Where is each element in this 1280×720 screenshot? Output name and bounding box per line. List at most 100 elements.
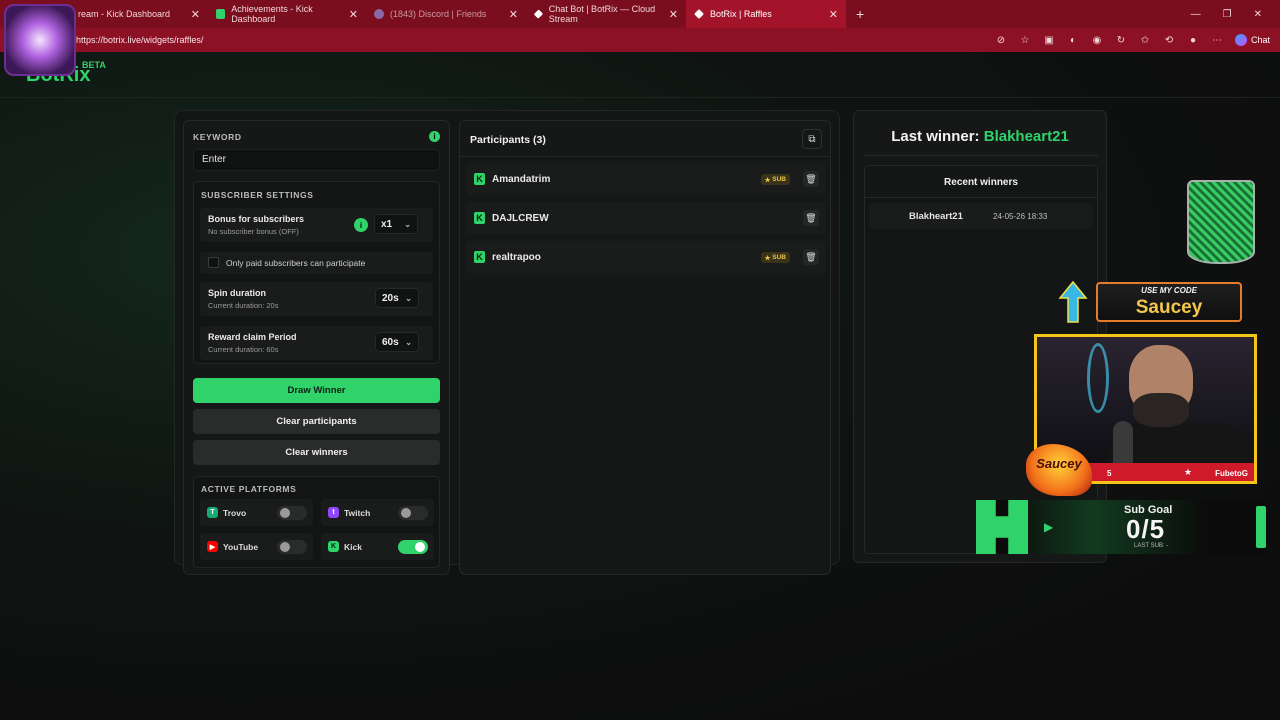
extension-icon[interactable]: ◐ [1067, 34, 1079, 46]
only-paid-row[interactable]: Only paid subscribers can participate [200, 252, 433, 274]
draw-winner-button[interactable]: Draw Winner [193, 378, 440, 403]
code-caption: USE MY CODE [1141, 286, 1197, 295]
kick-icon: K [474, 173, 485, 185]
spin-duration-select[interactable]: 20s ⌄ [375, 288, 419, 308]
trovo-icon: T [207, 507, 218, 518]
chevron-down-icon: ⌄ [405, 293, 412, 303]
kick-icon: K [474, 212, 485, 224]
chat-label: Chat [1250, 35, 1270, 45]
platform-label: YouTube [223, 542, 259, 552]
copilot-icon [1234, 34, 1247, 46]
keyword-input[interactable]: Enter [193, 149, 440, 171]
profile-icon[interactable]: ● [1187, 34, 1199, 46]
twitch-toggle[interactable] [398, 506, 428, 520]
bucket-overlay-graphic [1187, 180, 1255, 264]
trash-icon[interactable]: 🗑 [803, 249, 819, 265]
trash-icon[interactable]: 🗑 [803, 171, 819, 187]
arrow-right-icon: ▶ [1044, 520, 1054, 534]
subscriber-settings: SUBSCRIBER SETTINGS Bonus for subscriber… [193, 181, 440, 364]
participant-name: realtrapoo [492, 252, 541, 263]
platform-label: Trovo [223, 508, 247, 518]
refresh-icon[interactable]: ↻ [1115, 34, 1127, 46]
browser-toolbar: ⊘ ☆ ▣ ◐ ◉ ↻ ✩ ⟲ ● ⋯ Chat [995, 34, 1280, 46]
address-bar: https://botrix.live/widgets/raffles/ ⊘ ☆… [0, 28, 1280, 52]
new-tab-button[interactable]: + [846, 6, 874, 22]
rgb-light [1087, 343, 1109, 413]
bonus-setting: Bonus for subscribers No subscriber bonu… [200, 208, 433, 242]
webcam-bar-text: FubetoG [1215, 469, 1248, 478]
last-winner-label: Last winner: [891, 128, 980, 145]
spin-title: Spin duration [208, 288, 266, 298]
chevron-down-icon: ⌄ [404, 219, 411, 229]
clear-winners-button[interactable]: Clear winners [193, 440, 440, 465]
saucey-flame-text: Saucey [1036, 456, 1082, 471]
close-icon[interactable]: ✕ [509, 8, 518, 21]
close-icon[interactable]: ✕ [669, 8, 678, 21]
spin-value: 20s [382, 292, 399, 304]
bonus-description: No subscriber bonus (OFF) [208, 227, 299, 236]
tracking-icon[interactable]: ⊘ [995, 34, 1007, 46]
kick-icon: K [474, 251, 485, 263]
chevron-down-icon: ⌄ [405, 337, 412, 347]
only-paid-label: Only paid subscribers can participate [226, 258, 366, 268]
close-window-icon[interactable]: ✕ [1254, 9, 1262, 20]
reward-title: Reward claim Period [208, 332, 297, 342]
participant-row: K realtrapoo ★ SUB 🗑 [466, 241, 826, 273]
beta-badge: BETA [82, 60, 106, 70]
last-sub: LAST SUB: - [1134, 543, 1169, 549]
arrow-up-icon [1058, 280, 1088, 323]
copilot-chat-button[interactable]: Chat [1234, 34, 1270, 46]
favorite-star-icon[interactable]: ☆ [1019, 34, 1031, 46]
participant-row: K DAJLCREW 🗑 [466, 202, 826, 234]
info-icon[interactable]: i [354, 218, 368, 232]
tab-label: BotRix | Raffles [710, 9, 772, 19]
platform-label: Kick [344, 542, 362, 552]
platform-trovo: T Trovo [200, 499, 313, 526]
code-pill: USE MY CODE Saucey [1096, 282, 1242, 322]
trovo-toggle[interactable] [277, 506, 307, 520]
reward-period-select[interactable]: 60s ⌄ [375, 332, 419, 352]
reward-description: Current duration: 60s [208, 345, 279, 354]
streamer-beard [1133, 393, 1189, 427]
winner-time: 24-05-26 18:33 [993, 212, 1048, 221]
participants-panel: Participants (3) ⧉ K Amandatrim ★ SUB 🗑 … [459, 120, 831, 575]
more-icon[interactable]: ⋯ [1211, 34, 1223, 46]
extension-icon[interactable]: ◉ [1091, 34, 1103, 46]
twitch-icon: t [328, 507, 339, 518]
tab-label: Chat Bot | BotRix — Cloud Stream [548, 4, 656, 24]
winner-name: Blakheart21 [909, 211, 963, 222]
restore-icon[interactable]: ❐ [1223, 9, 1232, 20]
sub-goal-value: 0/5 [1126, 514, 1166, 544]
tab-discord[interactable]: (1843) Discord | Friends ✕ [366, 0, 526, 28]
kick-toggle[interactable] [398, 540, 428, 554]
info-icon[interactable]: i [429, 131, 440, 142]
sub-badge: ★ SUB [760, 174, 790, 185]
tab-raffles[interactable]: BotRix | Raffles ✕ [686, 0, 846, 28]
minimize-icon[interactable]: — [1191, 9, 1201, 20]
divider [865, 197, 1097, 198]
platform-kick: K Kick [321, 533, 434, 560]
star-icon: ★ [1184, 467, 1193, 477]
divider [864, 155, 1098, 156]
tab-achievements[interactable]: Achievements - Kick Dashboard ✕ [208, 0, 366, 28]
youtube-toggle[interactable] [277, 540, 307, 554]
trash-icon[interactable]: 🗑 [803, 210, 819, 226]
participant-name: Amandatrim [492, 174, 551, 185]
botrix-icon [694, 9, 704, 19]
url-field[interactable]: https://botrix.live/widgets/raffles/ [76, 35, 203, 45]
divider [460, 156, 830, 157]
copy-icon[interactable]: ⧉ [802, 129, 822, 149]
clear-participants-button[interactable]: Clear participants [193, 409, 440, 434]
platform-youtube: ▶ YouTube [200, 533, 313, 560]
sub-badge-label: SUB [772, 176, 786, 183]
close-icon[interactable]: ✕ [349, 8, 358, 21]
favorites-icon[interactable]: ✩ [1139, 34, 1151, 46]
only-paid-checkbox[interactable] [208, 257, 219, 268]
subscriber-settings-title: SUBSCRIBER SETTINGS [201, 190, 314, 200]
bonus-select[interactable]: x1 ⌄ [374, 214, 418, 234]
close-icon[interactable]: ✕ [191, 8, 200, 21]
close-icon[interactable]: ✕ [829, 8, 838, 21]
tab-chatbot[interactable]: Chat Bot | BotRix — Cloud Stream ✕ [526, 0, 686, 28]
history-icon[interactable]: ⟲ [1163, 34, 1175, 46]
extension-icon[interactable]: ▣ [1043, 34, 1055, 46]
